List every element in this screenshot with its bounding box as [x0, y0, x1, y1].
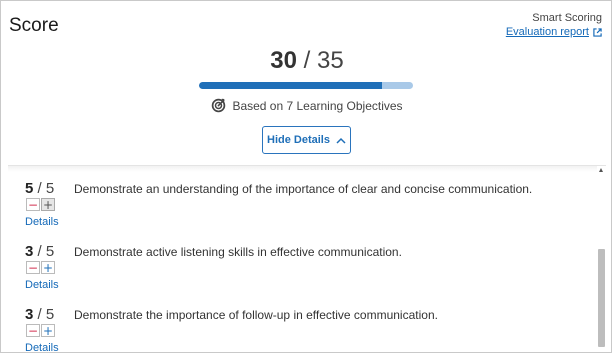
- score-stepper: − +: [26, 324, 55, 337]
- scrollbar-thumb[interactable]: [598, 249, 605, 347]
- objective-text: Demonstrate the importance of follow-up …: [74, 308, 438, 322]
- panel-top-shadow: [8, 166, 606, 172]
- total-score-separator: /: [303, 47, 311, 74]
- external-link-icon: [593, 27, 602, 37]
- objectives-panel: 5 / 5 − + Details Demonstrate an underst…: [8, 165, 606, 352]
- objective-score-earned: 3: [25, 243, 34, 260]
- objective-row: 3 / 5 − + Details Demonstrate active lis…: [25, 243, 595, 298]
- hide-details-button[interactable]: Hide Details: [262, 126, 351, 154]
- score-stepper: − +: [26, 198, 55, 211]
- score-stepper: − +: [26, 261, 55, 274]
- objective-score-max: / 5: [37, 306, 55, 323]
- total-score-max: 35: [317, 47, 344, 74]
- objective-score: 5 / 5: [25, 180, 54, 197]
- objective-score: 3 / 5: [25, 306, 54, 323]
- target-icon: [212, 98, 226, 113]
- scroll-up-arrow-icon[interactable]: [599, 168, 603, 172]
- score-window: Score Smart Scoring Evaluation report 30…: [0, 0, 612, 353]
- increase-score-button[interactable]: +: [41, 261, 55, 274]
- chevron-up-icon: [336, 137, 346, 144]
- objective-score-max: / 5: [37, 243, 55, 260]
- page-title: Score: [9, 15, 59, 36]
- hide-details-label: Hide Details: [267, 134, 330, 146]
- score-progress-bar: [199, 82, 413, 89]
- evaluation-report-link[interactable]: Evaluation report: [506, 26, 602, 38]
- decrease-score-button[interactable]: −: [26, 324, 40, 337]
- objective-row: 5 / 5 − + Details Demonstrate an underst…: [25, 180, 595, 235]
- objective-score-earned: 3: [25, 306, 34, 323]
- objective-details-link[interactable]: Details: [25, 279, 59, 291]
- total-score-earned: 30: [270, 47, 297, 74]
- objective-row: 3 / 5 − + Details Demonstrate the import…: [25, 306, 595, 352]
- objectives-scrollbar[interactable]: [597, 166, 606, 352]
- objectives-summary-text: Based on 7 Learning Objectives: [232, 98, 403, 113]
- objective-score: 3 / 5: [25, 243, 54, 260]
- objective-text: Demonstrate an understanding of the impo…: [74, 182, 533, 196]
- objective-text: Demonstrate active listening skills in e…: [74, 245, 402, 259]
- total-score: 30 / 35: [1, 47, 611, 75]
- decrease-score-button[interactable]: −: [26, 261, 40, 274]
- smart-scoring-label: Smart Scoring: [532, 12, 602, 24]
- increase-score-button[interactable]: +: [41, 324, 55, 337]
- objective-details-link[interactable]: Details: [25, 342, 59, 352]
- evaluation-report-label: Evaluation report: [505, 26, 589, 38]
- objective-score-max: / 5: [37, 180, 55, 197]
- objectives-summary: Based on 7 Learning Objectives: [1, 98, 611, 113]
- decrease-score-button[interactable]: −: [26, 198, 40, 211]
- objective-score-earned: 5: [25, 180, 34, 197]
- increase-score-button[interactable]: +: [41, 198, 55, 211]
- score-progress-fill: [199, 82, 383, 89]
- objective-details-link[interactable]: Details: [25, 216, 59, 228]
